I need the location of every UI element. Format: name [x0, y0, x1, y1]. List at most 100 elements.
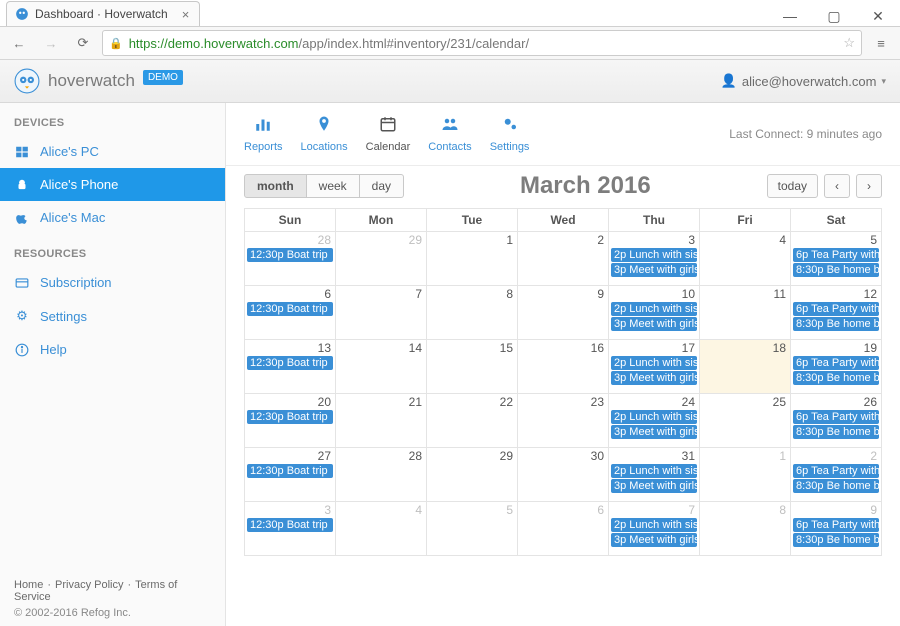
tool-locations[interactable]: Locations	[301, 115, 348, 153]
sidebar-item-alices-mac[interactable]: Alice's Mac	[0, 201, 225, 234]
calendar-event[interactable]: 2p Lunch with sis	[611, 248, 697, 262]
footer-link-privacy[interactable]: Privacy Policy	[55, 579, 123, 591]
calendar-event[interactable]: 8:30p Be home b	[793, 425, 879, 439]
calendar-cell[interactable]: 172p Lunch with sis3p Meet with girls	[609, 340, 700, 394]
calendar-cell[interactable]: 2812:30p Boat trip	[245, 232, 336, 286]
calendar-event[interactable]: 2p Lunch with sis	[611, 410, 697, 424]
calendar-cell[interactable]: 6	[518, 502, 609, 556]
calendar-cell[interactable]: 96p Tea Party with8:30p Be home b	[791, 502, 882, 556]
calendar-cell[interactable]: 18	[700, 340, 791, 394]
calendar-cell[interactable]: 4	[700, 232, 791, 286]
calendar-cell[interactable]: 5	[427, 502, 518, 556]
calendar-event[interactable]: 12:30p Boat trip	[247, 518, 333, 532]
tab-close-icon[interactable]: ×	[182, 7, 190, 22]
calendar-cell[interactable]: 26p Tea Party with8:30p Be home b	[791, 448, 882, 502]
tool-calendar[interactable]: Calendar	[366, 115, 411, 153]
calendar-event[interactable]: 3p Meet with girls	[611, 425, 697, 439]
calendar-event[interactable]: 6p Tea Party with	[793, 518, 879, 532]
window-close-button[interactable]: ✕	[856, 6, 900, 26]
calendar-event[interactable]: 8:30p Be home b	[793, 533, 879, 547]
reload-button[interactable]: ⟳	[70, 30, 96, 56]
calendar-event[interactable]: 2p Lunch with sis	[611, 302, 697, 316]
calendar-event[interactable]: 12:30p Boat trip	[247, 302, 333, 316]
calendar-event[interactable]: 12:30p Boat trip	[247, 356, 333, 370]
calendar-event[interactable]: 12:30p Boat trip	[247, 248, 333, 262]
calendar-cell[interactable]: 56p Tea Party with8:30p Be home b	[791, 232, 882, 286]
calendar-cell[interactable]: 15	[427, 340, 518, 394]
calendar-event[interactable]: 2p Lunch with sis	[611, 464, 697, 478]
calendar-cell[interactable]: 196p Tea Party with8:30p Be home b	[791, 340, 882, 394]
calendar-cell[interactable]: 72p Lunch with sis3p Meet with girls	[609, 502, 700, 556]
calendar-event[interactable]: 3p Meet with girls	[611, 263, 697, 277]
calendar-cell[interactable]: 21	[336, 394, 427, 448]
calendar-event[interactable]: 6p Tea Party with	[793, 464, 879, 478]
calendar-event[interactable]: 6p Tea Party with	[793, 248, 879, 262]
calendar-event[interactable]: 3p Meet with girls	[611, 533, 697, 547]
calendar-event[interactable]: 6p Tea Party with	[793, 302, 879, 316]
calendar-cell[interactable]: 23	[518, 394, 609, 448]
tool-reports[interactable]: Reports	[244, 115, 283, 153]
address-bar[interactable]: 🔒 https://demo.hoverwatch.com/app/index.…	[102, 30, 862, 56]
calendar-cell[interactable]: 14	[336, 340, 427, 394]
calendar-event[interactable]: 8:30p Be home b	[793, 479, 879, 493]
view-month-button[interactable]: month	[244, 174, 307, 198]
calendar-cell[interactable]: 1312:30p Boat trip	[245, 340, 336, 394]
calendar-cell[interactable]: 9	[518, 286, 609, 340]
calendar-cell[interactable]: 312:30p Boat trip	[245, 502, 336, 556]
calendar-cell[interactable]: 4	[336, 502, 427, 556]
calendar-cell[interactable]: 28	[336, 448, 427, 502]
calendar-cell[interactable]: 29	[336, 232, 427, 286]
sidebar-item-help[interactable]: Help	[0, 333, 225, 366]
calendar-cell[interactable]: 22	[427, 394, 518, 448]
calendar-event[interactable]: 6p Tea Party with	[793, 410, 879, 424]
sidebar-item-settings[interactable]: ⚙ Settings	[0, 299, 225, 333]
account-menu[interactable]: 👤 alice@hoverwatch.com ▾	[721, 73, 886, 89]
calendar-cell[interactable]: 2012:30p Boat trip	[245, 394, 336, 448]
footer-link-home[interactable]: Home	[14, 579, 43, 591]
forward-button[interactable]: →	[38, 30, 64, 56]
bookmark-star-icon[interactable]: ☆	[843, 35, 855, 51]
browser-menu-button[interactable]: ≡	[868, 30, 894, 56]
sidebar-item-alices-pc[interactable]: Alice's PC	[0, 135, 225, 168]
calendar-cell[interactable]: 2	[518, 232, 609, 286]
calendar-event[interactable]: 3p Meet with girls	[611, 371, 697, 385]
sidebar-item-subscription[interactable]: Subscription	[0, 266, 225, 299]
calendar-cell[interactable]: 11	[700, 286, 791, 340]
calendar-cell[interactable]: 32p Lunch with sis3p Meet with girls	[609, 232, 700, 286]
calendar-cell[interactable]: 312p Lunch with sis3p Meet with girls	[609, 448, 700, 502]
tool-contacts[interactable]: Contacts	[428, 115, 471, 153]
calendar-cell[interactable]: 16	[518, 340, 609, 394]
calendar-cell[interactable]: 8	[427, 286, 518, 340]
calendar-event[interactable]: 8:30p Be home b	[793, 263, 879, 277]
calendar-event[interactable]: 2p Lunch with sis	[611, 356, 697, 370]
calendar-cell[interactable]: 25	[700, 394, 791, 448]
calendar-cell[interactable]: 102p Lunch with sis3p Meet with girls	[609, 286, 700, 340]
calendar-event[interactable]: 8:30p Be home b	[793, 317, 879, 331]
calendar-cell[interactable]: 7	[336, 286, 427, 340]
calendar-event[interactable]: 3p Meet with girls	[611, 317, 697, 331]
calendar-cell[interactable]: 1	[700, 448, 791, 502]
sidebar-item-alices-phone[interactable]: Alice's Phone	[0, 168, 225, 201]
calendar-cell[interactable]: 29	[427, 448, 518, 502]
browser-tab[interactable]: Dashboard · Hoverwatch ×	[6, 1, 200, 26]
calendar-cell[interactable]: 2712:30p Boat trip	[245, 448, 336, 502]
calendar-cell[interactable]: 8	[700, 502, 791, 556]
calendar-event[interactable]: 6p Tea Party with	[793, 356, 879, 370]
today-button[interactable]: today	[767, 174, 818, 198]
calendar-event[interactable]: 12:30p Boat trip	[247, 410, 333, 424]
back-button[interactable]: ←	[6, 30, 32, 56]
calendar-cell[interactable]: 30	[518, 448, 609, 502]
window-maximize-button[interactable]: ▢	[812, 6, 856, 26]
next-button[interactable]: ›	[856, 174, 882, 198]
calendar-event[interactable]: 8:30p Be home b	[793, 371, 879, 385]
calendar-cell[interactable]: 266p Tea Party with8:30p Be home b	[791, 394, 882, 448]
tool-settings[interactable]: Settings	[490, 115, 530, 153]
window-minimize-button[interactable]: —	[768, 6, 812, 26]
calendar-cell[interactable]: 1	[427, 232, 518, 286]
calendar-event[interactable]: 3p Meet with girls	[611, 479, 697, 493]
prev-button[interactable]: ‹	[824, 174, 850, 198]
calendar-event[interactable]: 2p Lunch with sis	[611, 518, 697, 532]
calendar-event[interactable]: 12:30p Boat trip	[247, 464, 333, 478]
calendar-cell[interactable]: 242p Lunch with sis3p Meet with girls	[609, 394, 700, 448]
view-day-button[interactable]: day	[360, 174, 404, 198]
